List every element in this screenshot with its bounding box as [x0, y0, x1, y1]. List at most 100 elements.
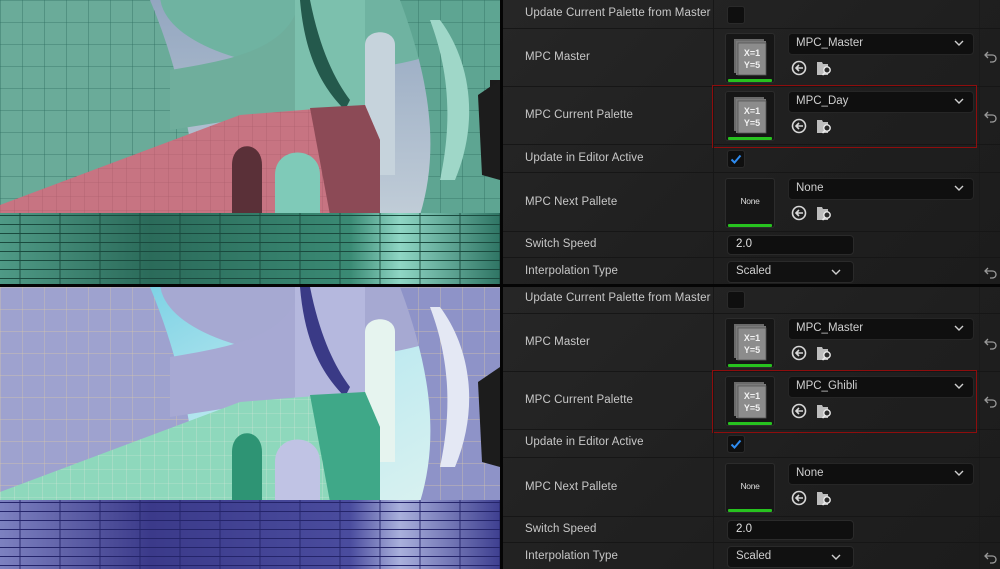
asset-type-bar	[728, 224, 772, 227]
switch-speed-input[interactable]: 2.0	[727, 520, 854, 540]
use-selected-asset-icon[interactable]	[791, 118, 807, 139]
asset-type-bar	[728, 79, 772, 82]
column-separator	[713, 29, 714, 86]
reset-column-separator	[979, 430, 980, 457]
interpolation-type-value: Scaled	[736, 550, 772, 562]
asset-name: None	[796, 182, 824, 194]
browse-asset-icon[interactable]	[816, 118, 834, 139]
svg-text:Y=5: Y=5	[744, 345, 760, 355]
row-mpc-next-palette: MPC Next Pallete None None	[503, 458, 1000, 517]
asset-combo[interactable]: None	[788, 178, 974, 200]
browse-asset-icon[interactable]	[816, 205, 834, 226]
browse-asset-icon[interactable]	[816, 403, 834, 424]
property-label: MPC Master	[525, 51, 590, 63]
property-label: Update Current Palette from Master	[525, 7, 711, 19]
asset-thumbnail[interactable]: X=1 Y=5	[725, 318, 775, 368]
stairs-lines	[0, 213, 500, 284]
stairs-lines	[0, 500, 500, 569]
use-selected-asset-icon[interactable]	[791, 60, 807, 81]
column-separator	[713, 287, 714, 313]
interpolation-type-value: Scaled	[736, 265, 772, 277]
browse-asset-icon[interactable]	[816, 60, 834, 81]
browse-asset-icon[interactable]	[816, 345, 834, 366]
row-switch-speed: Switch Speed 2.0	[503, 232, 1000, 258]
viewport-day-scene	[0, 0, 500, 284]
asset-type-bar	[728, 422, 772, 425]
bridge-arch-2	[275, 439, 320, 502]
property-label: MPC Current Palette	[525, 394, 633, 406]
row-update-in-editor: Update in Editor Active	[503, 430, 1000, 458]
use-selected-asset-icon[interactable]	[791, 205, 807, 226]
thumbnail-none-label: None	[740, 481, 760, 491]
interpolation-type-dropdown[interactable]: Scaled	[727, 261, 854, 283]
interpolation-type-dropdown[interactable]: Scaled	[727, 546, 854, 568]
column-separator	[713, 145, 714, 172]
material-parameter-collection-icon: X=1 Y=5	[734, 39, 767, 76]
reset-to-default-icon[interactable]	[984, 110, 997, 128]
viewport-ghibli-scene	[0, 287, 500, 569]
row-interpolation-type: Interpolation Type Scaled	[503, 258, 1000, 284]
asset-thumbnail[interactable]: X=1 Y=5	[725, 33, 775, 83]
reset-column-separator	[979, 543, 980, 569]
use-selected-asset-icon[interactable]	[791, 490, 807, 511]
reset-to-default-icon[interactable]	[984, 50, 997, 68]
asset-name: MPC_Day	[796, 95, 849, 107]
update-from-master-checkbox[interactable]	[727, 6, 745, 24]
reset-column-separator	[979, 173, 980, 231]
column-separator	[713, 173, 714, 231]
property-label: Interpolation Type	[525, 550, 619, 562]
column-separator	[713, 430, 714, 457]
property-label: MPC Master	[525, 336, 590, 348]
reset-column-separator	[979, 0, 980, 28]
reset-to-default-icon[interactable]	[984, 337, 997, 355]
row-mpc-master: MPC Master X=1 Y=5 MPC_Master	[503, 314, 1000, 372]
reset-column-separator	[979, 232, 980, 257]
update-from-master-checkbox[interactable]	[727, 291, 745, 309]
switch-speed-input[interactable]: 2.0	[727, 235, 854, 255]
chevron-down-icon	[831, 554, 841, 560]
asset-combo[interactable]: MPC_Master	[788, 33, 974, 55]
asset-name: MPC_Master	[796, 37, 864, 49]
ghibli-scene-render	[0, 287, 500, 569]
svg-text:Y=5: Y=5	[744, 403, 760, 413]
column-separator	[713, 0, 714, 28]
property-label: Switch Speed	[525, 523, 597, 535]
use-selected-asset-icon[interactable]	[791, 345, 807, 366]
svg-text:X=1: X=1	[744, 391, 760, 401]
asset-thumbnail[interactable]: X=1 Y=5	[725, 376, 775, 426]
reset-column-separator	[979, 517, 980, 542]
switch-speed-value: 2.0	[736, 238, 752, 250]
asset-type-bar	[728, 364, 772, 367]
asset-thumbnail[interactable]: None	[725, 178, 775, 228]
row-update-from-master: Update Current Palette from Master	[503, 287, 1000, 314]
asset-name: None	[796, 467, 824, 479]
asset-thumbnail[interactable]: None	[725, 463, 775, 513]
material-parameter-collection-icon: X=1 Y=5	[734, 324, 767, 361]
chevron-down-icon	[954, 325, 964, 331]
reset-to-default-icon[interactable]	[984, 266, 997, 284]
asset-combo[interactable]: MPC_Day	[788, 91, 974, 113]
asset-combo[interactable]: MPC_Ghibli	[788, 376, 974, 398]
use-selected-asset-icon[interactable]	[791, 403, 807, 424]
update-in-editor-checkbox[interactable]	[727, 435, 745, 453]
column-separator	[713, 314, 714, 371]
bridge-arch-1	[232, 146, 262, 215]
row-mpc-master: MPC Master X=1 Y=5 MPC_Master	[503, 29, 1000, 87]
asset-thumbnail[interactable]: X=1 Y=5	[725, 91, 775, 141]
property-label: MPC Next Pallete	[525, 196, 618, 208]
asset-combo[interactable]: None	[788, 463, 974, 485]
switch-speed-value: 2.0	[736, 523, 752, 535]
browse-asset-icon[interactable]	[816, 490, 834, 511]
property-label: Switch Speed	[525, 238, 597, 250]
column-separator	[713, 458, 714, 516]
details-panel-day: Update Current Palette from Master MPC M…	[503, 0, 1000, 284]
reset-to-default-icon[interactable]	[984, 551, 997, 569]
day-scene-render	[0, 0, 500, 284]
update-in-editor-checkbox[interactable]	[727, 150, 745, 168]
reset-column-separator	[979, 145, 980, 172]
asset-combo[interactable]: MPC_Master	[788, 318, 974, 340]
reset-to-default-icon[interactable]	[984, 395, 997, 413]
chevron-down-icon	[954, 185, 964, 191]
reset-column-separator	[979, 314, 980, 371]
reset-column-separator	[979, 29, 980, 86]
